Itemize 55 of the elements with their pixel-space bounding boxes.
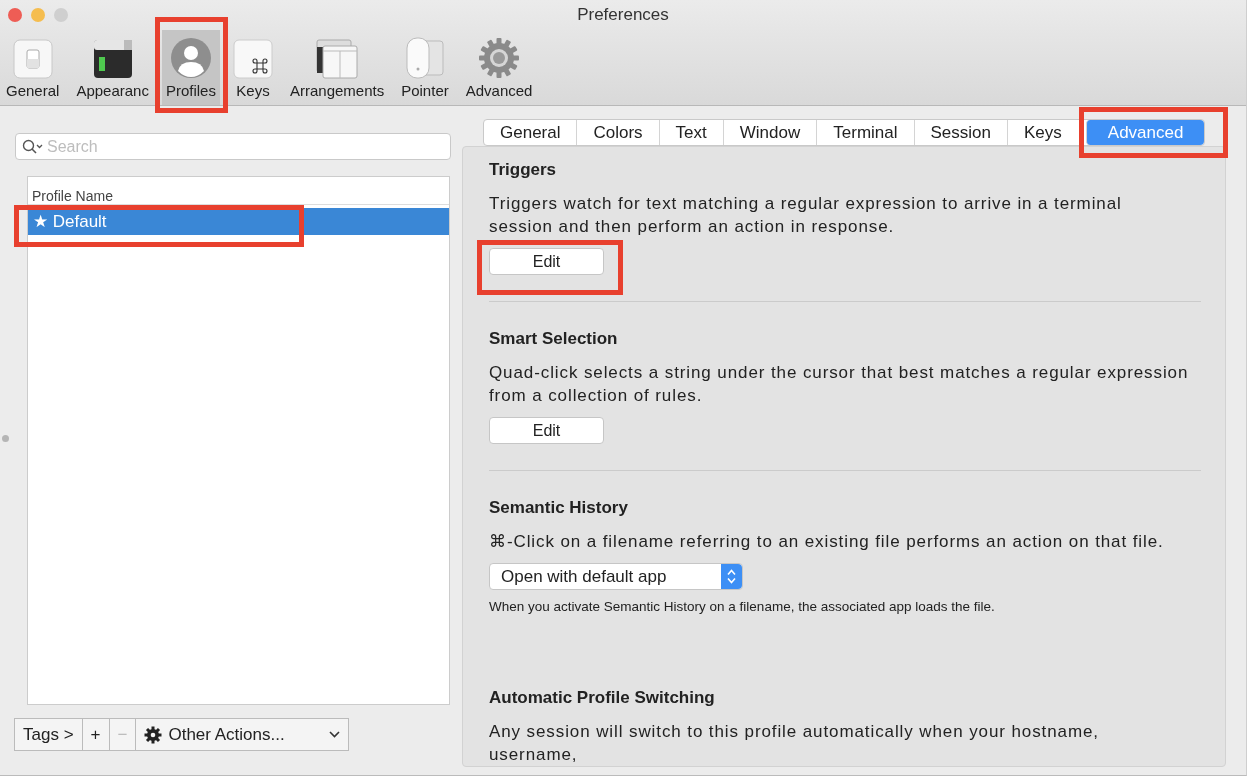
toolbar-item[interactable]: Arrangements bbox=[285, 30, 389, 105]
zoom-button[interactable] bbox=[54, 8, 68, 22]
toolbar-item[interactable]: Advanced bbox=[461, 30, 537, 105]
column-header: Profile Name bbox=[32, 188, 113, 204]
add-button[interactable]: + bbox=[81, 718, 110, 751]
section-description: ⌘-Click on a filename referring to an existing file performs an action on that file. bbox=[489, 531, 1165, 553]
tab[interactable]: Text bbox=[658, 120, 723, 145]
section-title: Smart Selection bbox=[489, 329, 619, 349]
tab[interactable]: General bbox=[484, 120, 577, 145]
search-icon bbox=[22, 139, 44, 155]
toolbar-label: Keys bbox=[236, 82, 270, 99]
help-note: When you activate Semantic History on a filename, the associated app loads the file. bbox=[489, 598, 996, 615]
search-field[interactable]: Search bbox=[15, 133, 451, 160]
tab[interactable]: Keys bbox=[1007, 120, 1078, 145]
window-title: Preferences bbox=[577, 5, 669, 24]
mouse-icon bbox=[404, 37, 445, 79]
action-popup[interactable]: Open with default app bbox=[489, 563, 743, 590]
tab[interactable]: Colors bbox=[576, 120, 659, 145]
section-description: Triggers watch for text matching a regular expression to arrive in a terminal session and then perform an action in response. bbox=[489, 193, 1123, 238]
tab[interactable]: Session bbox=[913, 120, 1007, 145]
split-handle[interactable] bbox=[2, 435, 9, 442]
toolbar-item[interactable]: Appearanc bbox=[72, 30, 153, 105]
toolbar-label: Appearanc bbox=[76, 82, 149, 99]
minimize-button[interactable] bbox=[31, 8, 45, 22]
switch-icon bbox=[12, 39, 53, 79]
command-key-icon bbox=[232, 39, 273, 79]
section-title: Automatic Profile Switching bbox=[489, 688, 716, 708]
up-down-arrows-icon bbox=[727, 569, 736, 584]
section-description: Quad-click selects a string under the cursor that best matches a regular expression from a collection of rules. bbox=[489, 362, 1189, 407]
toolbar-label: Arrangements bbox=[289, 82, 385, 99]
toolbar-item[interactable]: General bbox=[2, 30, 64, 105]
tab[interactable]: Window bbox=[722, 120, 817, 145]
gear-icon bbox=[478, 37, 521, 79]
tags-button[interactable]: Tags > bbox=[14, 718, 83, 751]
person-icon bbox=[169, 37, 212, 79]
gear-icon bbox=[144, 725, 163, 744]
toolbar-item[interactable]: Keys bbox=[228, 30, 277, 105]
other-actions-menu[interactable]: Other Actions... bbox=[135, 718, 350, 751]
windows-icon bbox=[316, 39, 359, 79]
chevron-down-icon bbox=[329, 731, 341, 738]
terminal-window-icon bbox=[92, 39, 133, 79]
section-description: Any session will switch to this profile automatically when your hostname, username, bbox=[489, 721, 1100, 766]
section-title: Triggers bbox=[489, 160, 558, 180]
close-button[interactable] bbox=[8, 8, 22, 22]
tab[interactable]: Terminal bbox=[816, 120, 914, 145]
profile-row[interactable]: ★ Default bbox=[28, 208, 449, 235]
edit-button[interactable]: Edit bbox=[489, 417, 604, 444]
toolbar-label: General bbox=[6, 82, 60, 99]
toolbar-label: Pointer bbox=[401, 82, 449, 99]
edit-button[interactable]: Edit bbox=[489, 248, 604, 275]
toolbar-item[interactable]: Pointer bbox=[397, 30, 453, 105]
toolbar-item[interactable]: Profiles bbox=[161, 30, 220, 105]
section-title: Semantic History bbox=[489, 498, 629, 518]
toolbar-label: Profiles bbox=[165, 82, 216, 99]
toolbar-label: Advanced bbox=[465, 82, 533, 99]
